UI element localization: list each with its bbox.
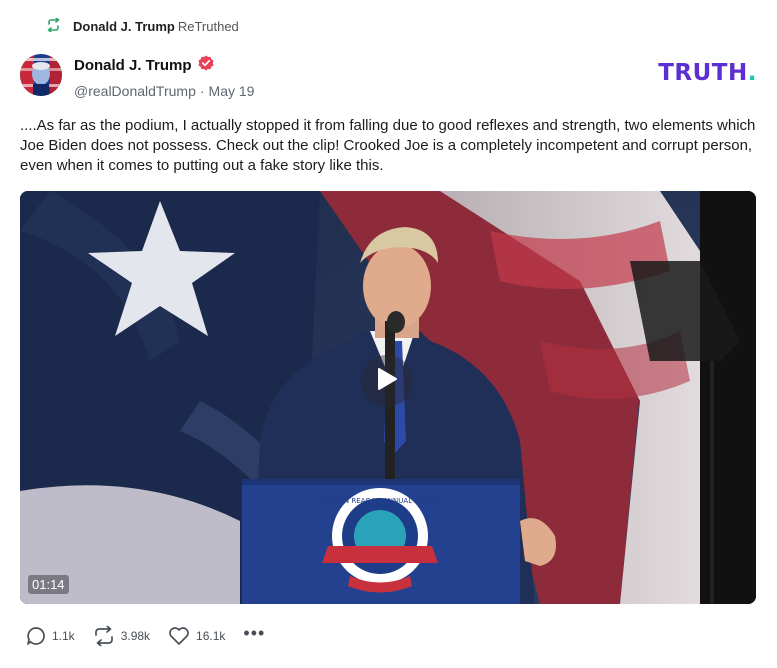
meta-separator: · (199, 83, 205, 99)
more-options-button[interactable]: ••• (243, 624, 265, 644)
retruth-button[interactable]: 3.98k (93, 626, 150, 646)
retruth-bar: Donald J. Trump ReTruthed (46, 17, 239, 35)
retruth-count: 3.98k (120, 629, 151, 643)
retruth-action-icon (93, 626, 115, 646)
reply-icon (26, 626, 46, 646)
play-icon (376, 367, 398, 396)
heart-icon (168, 626, 190, 646)
post-date[interactable]: May 19 (209, 83, 255, 99)
retruth-icon (46, 17, 61, 35)
like-count: 16.1k (196, 629, 226, 643)
reply-count: 1.1k (52, 629, 75, 643)
truth-logo-dot: . (747, 60, 757, 86)
video-player[interactable]: LINCOLN REAGAN ANNUAL DINNER 01:14 (20, 191, 756, 604)
post-actions: 1.1k 3.98k 16.1k ••• (26, 624, 265, 646)
podium-sign-text: LINCOLN REAGAN ANNUAL DINNER (318, 497, 441, 505)
truth-logo-text: TRUTH (658, 60, 748, 86)
retruth-label: ReTruthed (177, 19, 239, 34)
verified-badge-icon (198, 55, 214, 76)
video-duration: 01:14 (28, 575, 69, 594)
reply-button[interactable]: 1.1k (26, 626, 75, 646)
like-button[interactable]: 16.1k (168, 626, 225, 646)
play-button[interactable] (361, 355, 413, 407)
post-header: Donald J. Trump @realDonaldTrump · May 1… (20, 52, 757, 102)
retruth-user-name[interactable]: Donald J. Trump (73, 19, 175, 34)
post-text: ....As far as the podium, I actually sto… (20, 117, 756, 174)
truth-logo[interactable]: TRUTH. (658, 60, 757, 86)
author-block: Donald J. Trump @realDonaldTrump · May 1… (74, 55, 254, 99)
avatar[interactable] (20, 54, 62, 96)
author-name[interactable]: Donald J. Trump (74, 57, 192, 74)
author-handle[interactable]: @realDonaldTrump (74, 83, 196, 99)
